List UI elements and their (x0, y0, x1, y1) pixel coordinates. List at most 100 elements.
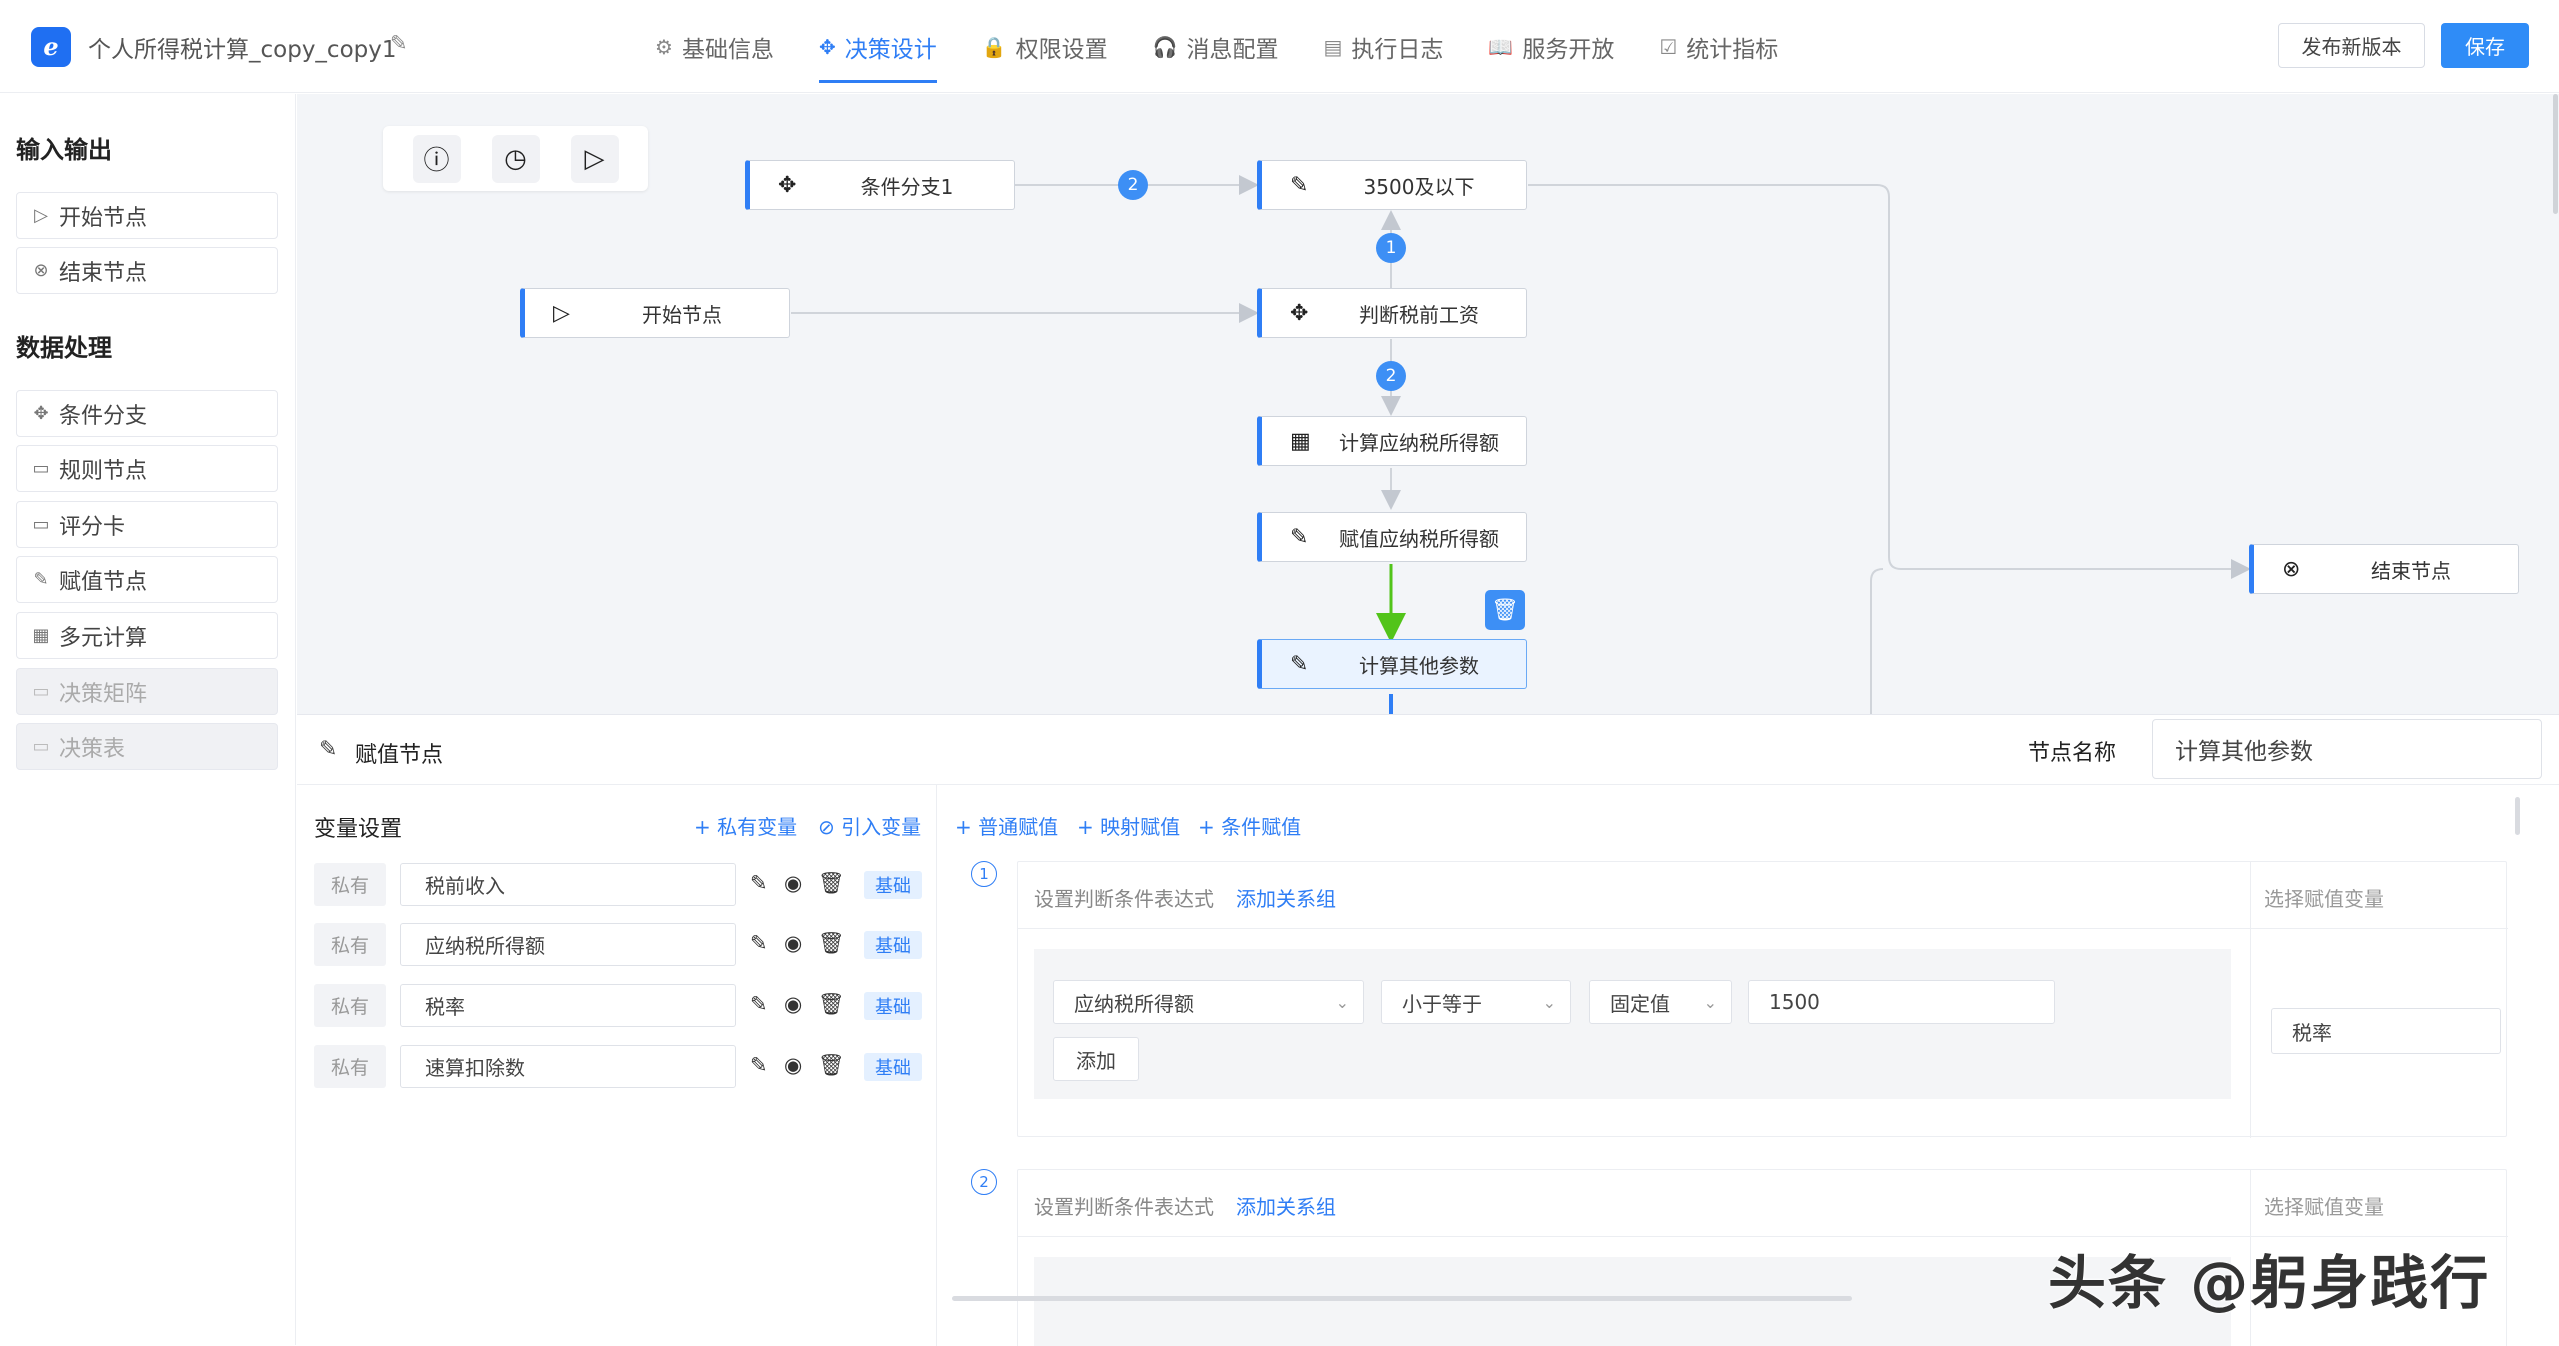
card-icon: ▭ (32, 736, 50, 757)
panel-node-type: 赋值节点 (355, 743, 444, 768)
assign-variable-select[interactable]: 税率 (2271, 1008, 2501, 1054)
eye-icon[interactable]: ◉ (784, 931, 802, 955)
edit-icon[interactable]: ✎ (750, 871, 768, 895)
section-title-io: 输入输出 (16, 136, 112, 164)
add-private-variable-link[interactable]: + 私有变量 (694, 811, 797, 840)
node-calc-other[interactable]: ✎ 计算其他参数 (1257, 639, 1527, 689)
move-icon: ✥ (1290, 300, 1309, 326)
normal-assign-link[interactable]: + 普通赋值 (955, 811, 1058, 840)
book-icon: 📖 (1488, 34, 1514, 59)
trash-icon[interactable]: 🗑 (818, 931, 845, 956)
value-input[interactable]: 1500 (1748, 980, 2055, 1024)
edit-icon: ✎ (1290, 651, 1309, 677)
eye-icon[interactable]: ◉ (784, 871, 802, 895)
edit-icon: ✎ (319, 737, 338, 762)
vertical-scrollbar[interactable] (2515, 797, 2520, 835)
tab-label: 统计指标 (1686, 36, 1779, 63)
palette-multi-calc[interactable]: ▦ 多元计算 (16, 612, 278, 659)
node-start[interactable]: ▷ 开始节点 (520, 288, 790, 338)
condition-area: 应纳税所得额 ⌄ 小于等于 ⌄ 固定值 ⌄ 1500 添加 (1034, 949, 2231, 1099)
field-select[interactable]: 应纳税所得额 ⌄ (1053, 980, 1364, 1024)
trash-icon[interactable]: 🗑 (818, 1053, 845, 1078)
variable-row: 私有 税率 ✎ ◉ 🗑 基础 (314, 984, 924, 1028)
node-under-3500[interactable]: ✎ 3500及以下 (1257, 160, 1527, 210)
run-icon[interactable]: ▷ (570, 134, 619, 183)
palette-label: 结束节点 (59, 260, 148, 286)
canvas-scrollbar[interactable] (2553, 94, 2558, 214)
edge-badge[interactable]: 1 (1376, 233, 1406, 263)
node-assign-taxable[interactable]: ✎ 赋值应纳税所得额 (1257, 512, 1527, 562)
card-icon: ▭ (32, 514, 50, 535)
node-judge-salary[interactable]: ✥ 判断税前工资 (1257, 288, 1527, 338)
eye-icon[interactable]: ◉ (784, 1053, 802, 1077)
import-variable-link[interactable]: ⊘ 引入变量 (818, 811, 921, 840)
tab-basic-info[interactable]: ⚙ 基础信息 (655, 0, 774, 93)
select-value: 固定值 (1610, 991, 1670, 1016)
operator-select[interactable]: 小于等于 ⌄ (1381, 980, 1571, 1024)
palette-rule-node[interactable]: ▭ 规则节点 (16, 445, 278, 492)
history-icon[interactable]: ◷ (491, 134, 540, 183)
palette-start-node[interactable]: ▷ 开始节点 (16, 192, 278, 239)
tab-decision-design[interactable]: ✥ 决策设计 (818, 0, 937, 93)
flow-canvas[interactable]: ⓘ ◷ ▷ ✥ 条件分支1 ✎ 3500及以下 ▷ 开始节点 ✥ 判断税前工资 ▦ 计算应… (297, 94, 2559, 714)
tab-permissions[interactable]: 🔒 权限设置 (982, 0, 1108, 93)
add-relation-group-link[interactable]: 添加关系组 (1236, 883, 1336, 912)
add-condition-button[interactable]: 添加 (1053, 1037, 1139, 1081)
tab-service[interactable]: 📖 服务开放 (1488, 0, 1614, 93)
trash-icon[interactable]: 🗑 (818, 871, 845, 896)
delete-node-button[interactable]: 🗑 (1485, 590, 1525, 630)
app-logo-icon: ℯ (31, 27, 71, 67)
value-type-select[interactable]: 固定值 ⌄ (1589, 980, 1732, 1024)
trash-icon: 🗑 (1491, 597, 1519, 623)
palette-decision-matrix: ▭ 决策矩阵 (16, 668, 278, 715)
top-bar: ℯ 个人所得税计算_copy_copy1 ✎ ⚙ 基础信息 ✥ 决策设计 🔒 权限设置… (0, 0, 2559, 93)
variable-name-input[interactable]: 应纳税所得额 (400, 923, 736, 966)
palette-end-node[interactable]: ⊗ 结束节点 (16, 247, 278, 294)
conditional-assign-link[interactable]: + 条件赋值 (1198, 811, 1301, 840)
variable-name-input[interactable]: 税前收入 (400, 863, 736, 906)
lock-icon: 🔒 (981, 34, 1007, 59)
variable-settings-title: 变量设置 (314, 817, 403, 842)
edit-icon[interactable]: ✎ (750, 1053, 768, 1077)
edge-badge[interactable]: 2 (1118, 170, 1148, 200)
tab-messages[interactable]: 🎧 消息配置 (1153, 0, 1279, 93)
gear-icon: ⚙ (655, 34, 673, 59)
eye-icon[interactable]: ◉ (784, 992, 802, 1016)
palette-condition-branch[interactable]: ✥ 条件分支 (16, 390, 278, 437)
condition-label: 设置判断条件表达式 (1034, 887, 1214, 911)
variable-settings: 变量设置 + 私有变量 ⊘ 引入变量 私有 税前收入 ✎ ◉ 🗑 基础 私有 应… (297, 785, 937, 1346)
checkbox-icon: ☑ (1659, 34, 1678, 59)
publish-button[interactable]: 发布新版本 (2278, 23, 2425, 68)
variable-name-input[interactable]: 速算扣除数 (400, 1045, 736, 1088)
tab-label: 基础信息 (681, 36, 774, 63)
edit-title-icon[interactable]: ✎ (390, 31, 408, 55)
tab-metrics[interactable]: ☑ 统计指标 (1659, 0, 1778, 93)
palette-assign-node[interactable]: ✎ 赋值节点 (16, 556, 278, 603)
tab-label: 消息配置 (1186, 36, 1279, 63)
node-name-input[interactable]: 计算其他参数 (2152, 719, 2542, 779)
variable-scope: 私有 (314, 863, 386, 906)
trash-icon[interactable]: 🗑 (818, 992, 845, 1017)
palette-label: 条件分支 (59, 403, 148, 429)
select-value: 小于等于 (1402, 991, 1482, 1016)
edit-icon[interactable]: ✎ (750, 931, 768, 955)
headset-icon: 🎧 (1152, 34, 1178, 59)
variable-name-input[interactable]: 税率 (400, 984, 736, 1027)
calendar-icon: ▦ (1290, 428, 1311, 454)
palette-scorecard[interactable]: ▭ 评分卡 (16, 501, 278, 548)
edge-badge[interactable]: 2 (1376, 361, 1406, 391)
save-button[interactable]: 保存 (2441, 23, 2529, 68)
palette-label: 规则节点 (59, 458, 148, 484)
info-icon[interactable]: ⓘ (412, 134, 461, 183)
node-end[interactable]: ⊗ 结束节点 (2249, 544, 2519, 594)
node-calc-taxable[interactable]: ▦ 计算应纳税所得额 (1257, 416, 1527, 466)
tab-label: 服务开放 (1522, 36, 1615, 63)
variable-row: 私有 应纳税所得额 ✎ ◉ 🗑 基础 (314, 923, 924, 967)
horizontal-scrollbar[interactable] (952, 1296, 1852, 1301)
edit-icon[interactable]: ✎ (750, 992, 768, 1016)
add-relation-group-link[interactable]: 添加关系组 (1236, 1191, 1336, 1220)
node-branch1[interactable]: ✥ 条件分支1 (745, 160, 1015, 210)
tab-logs[interactable]: ▤ 执行日志 (1324, 0, 1444, 93)
mapping-assign-link[interactable]: + 映射赋值 (1077, 811, 1180, 840)
edit-icon: ✎ (1290, 172, 1309, 198)
